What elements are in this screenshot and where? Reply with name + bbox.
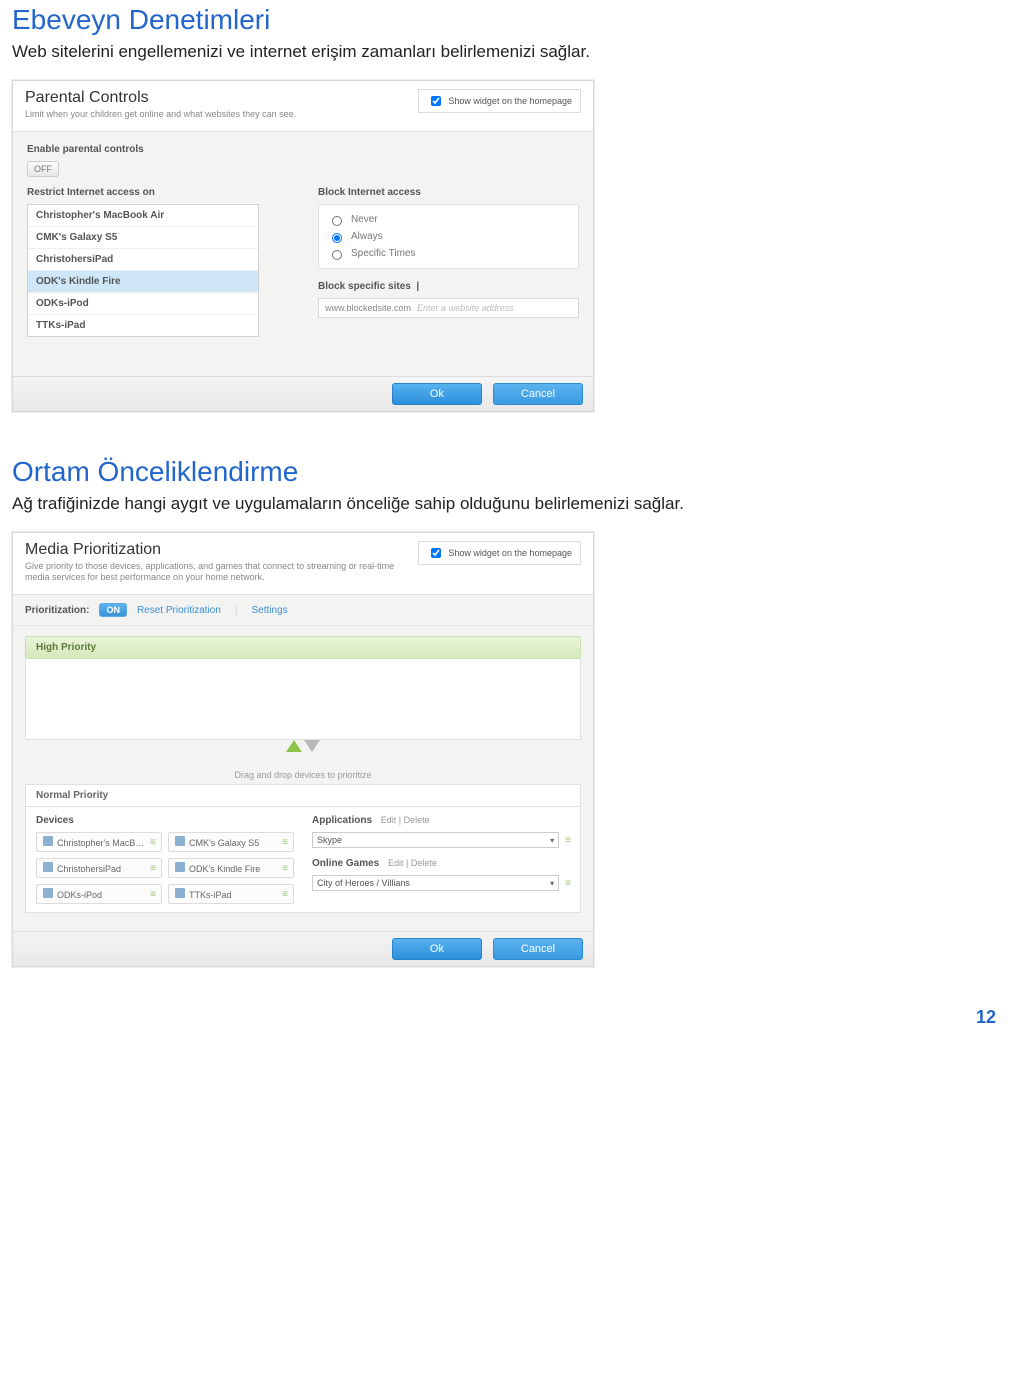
- prioritization-label: Prioritization:: [25, 605, 89, 616]
- list-item[interactable]: CMK's Galaxy S5: [28, 227, 258, 249]
- page-number: 12: [12, 1007, 996, 1028]
- restrict-label: Restrict Internet access on: [27, 187, 288, 198]
- device-pill[interactable]: CMK's Galaxy S5≡: [168, 832, 294, 852]
- cancel-button[interactable]: Cancel: [493, 383, 583, 405]
- high-priority-header: High Priority: [25, 636, 581, 659]
- high-priority-dropzone[interactable]: [25, 659, 581, 740]
- settings-link[interactable]: Settings: [251, 605, 287, 616]
- game-select[interactable]: City of Heroes / Villians ▾: [312, 875, 559, 891]
- device-pill[interactable]: ODK's Kindle Fire≡: [168, 858, 294, 878]
- chevron-down-icon: ▾: [550, 836, 554, 845]
- media-prioritization-panel: ✕ Media Prioritization Give priority to …: [12, 532, 594, 967]
- list-item-selected[interactable]: ODK's Kindle Fire: [28, 271, 258, 293]
- device-pill[interactable]: ChristohersiPad≡: [36, 858, 162, 878]
- enable-label: Enable parental controls: [27, 144, 579, 155]
- blocked-site-input[interactable]: www.blockedsite.com Enter a website addr…: [318, 298, 579, 318]
- section1-desc: Web sitelerini engellemenizi ve internet…: [12, 42, 1000, 62]
- normal-priority-block: Devices Christopher's MacB…≡ CMK's Galax…: [25, 807, 581, 913]
- show-widget-checkbox-2[interactable]: Show widget on the homepage: [418, 541, 581, 565]
- drag-handle-icon[interactable]: ≡: [565, 835, 570, 846]
- section2-desc: Ağ trafiğinizde hangi aygıt ve uygulamal…: [12, 494, 1000, 514]
- ok-button[interactable]: Ok: [392, 383, 482, 405]
- list-item[interactable]: Christopher's MacBook Air: [28, 205, 258, 227]
- chevron-down-icon: ▾: [550, 879, 554, 888]
- section1-title: Ebeveyn Denetimleri: [12, 4, 1000, 36]
- applications-label: Applications Edit | Delete: [312, 815, 570, 826]
- drag-hint: Drag and drop devices to prioritize: [25, 756, 581, 784]
- list-item[interactable]: ODKs-iPod: [28, 293, 258, 315]
- cancel-button[interactable]: Cancel: [493, 938, 583, 960]
- device-list[interactable]: Christopher's MacBook Air CMK's Galaxy S…: [27, 204, 259, 337]
- games-label: Online Games Edit | Delete: [312, 858, 570, 869]
- app-select[interactable]: Skype ▾: [312, 832, 559, 848]
- arrow-down-icon: [304, 740, 320, 752]
- block-sites-label: Block specific sites |: [318, 281, 579, 292]
- drag-handle-icon[interactable]: ≡: [150, 889, 155, 900]
- parental-controls-panel: ✕ Parental Controls Limit when your chil…: [12, 80, 594, 412]
- site-value: www.blockedsite.com: [325, 303, 411, 313]
- ok-button[interactable]: Ok: [392, 938, 482, 960]
- widget-checkbox-label-2: Show widget on the homepage: [448, 548, 572, 558]
- devices-label: Devices: [36, 815, 294, 826]
- widget-checkbox-input-2[interactable]: [431, 548, 441, 558]
- games-edit-delete[interactable]: Edit | Delete: [388, 858, 437, 868]
- site-hint: Enter a website address: [417, 303, 514, 313]
- radio-always[interactable]: Always: [327, 228, 570, 245]
- device-pill[interactable]: TTKs-iPad≡: [168, 884, 294, 904]
- show-widget-checkbox[interactable]: Show widget on the homepage: [418, 89, 581, 113]
- apps-edit-delete[interactable]: Edit | Delete: [381, 815, 430, 825]
- drag-handle-icon[interactable]: ≡: [565, 878, 570, 889]
- widget-checkbox-input[interactable]: [431, 96, 441, 106]
- section2-title: Ortam Önceliklendirme: [12, 456, 1000, 488]
- widget-checkbox-label: Show widget on the homepage: [448, 96, 572, 106]
- device-pill[interactable]: ODKs-iPod≡: [36, 884, 162, 904]
- list-item[interactable]: TTKs-iPad: [28, 315, 258, 336]
- panel2-sub: Give priority to those devices, applicat…: [25, 561, 405, 584]
- prioritization-toggle[interactable]: ON: [99, 603, 127, 617]
- prioritization-bar: Prioritization: ON Reset Prioritization …: [13, 595, 593, 626]
- drag-handle-icon[interactable]: ≡: [150, 863, 155, 874]
- block-label: Block Internet access: [318, 187, 579, 198]
- arrow-up-icon: [286, 740, 302, 752]
- drag-handle-icon[interactable]: ≡: [282, 837, 287, 848]
- devices-grid: Christopher's MacB…≡ CMK's Galaxy S5≡ Ch…: [36, 832, 294, 904]
- drag-handle-icon[interactable]: ≡: [150, 837, 155, 848]
- panel2-footer: Ok Cancel: [13, 931, 593, 966]
- list-item[interactable]: ChristohersiPad: [28, 249, 258, 271]
- device-pill[interactable]: Christopher's MacB…≡: [36, 832, 162, 852]
- panel1-footer: Ok Cancel: [13, 376, 593, 411]
- drag-arrows-icon: [25, 740, 581, 752]
- enable-toggle[interactable]: OFF: [27, 161, 59, 177]
- radio-specific[interactable]: Specific Times: [327, 245, 570, 262]
- normal-priority-header: Normal Priority: [25, 784, 581, 807]
- drag-handle-icon[interactable]: ≡: [282, 863, 287, 874]
- block-radio-group: Never Always Specific Times: [318, 204, 579, 269]
- drag-handle-icon[interactable]: ≡: [282, 889, 287, 900]
- reset-link[interactable]: Reset Prioritization: [137, 605, 221, 616]
- panel1-sub: Limit when your children get online and …: [25, 109, 405, 121]
- radio-never[interactable]: Never: [327, 211, 570, 228]
